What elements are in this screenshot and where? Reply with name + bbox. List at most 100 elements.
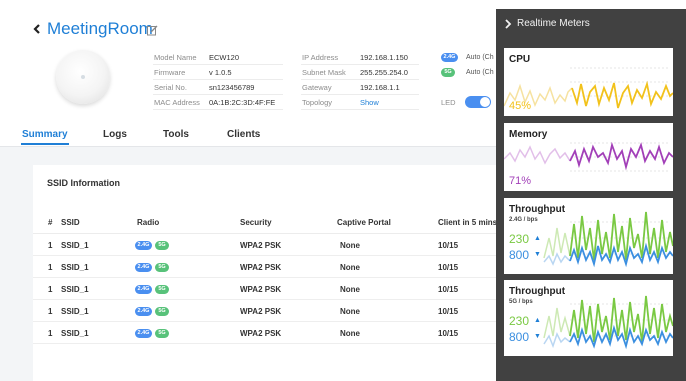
table-row[interactable]: 1 SSID_1 2.4G 5G WPA2 PSK None 10/15 — [33, 322, 503, 344]
throughput-5g-meter: Throughput 5G / bps 230 ▲ 800 ▼ — [504, 280, 673, 356]
active-tab-indicator — [21, 143, 69, 145]
throughput-5g-unit: 5G / bps — [509, 299, 533, 305]
memory-value: 71% — [509, 175, 532, 187]
throughput-24g-title: Throughput — [509, 204, 566, 215]
cpu-meter: CPU 45% — [504, 48, 673, 116]
col-header-ssid: SSID — [61, 218, 80, 227]
band-24g-badge: 2.4G — [135, 307, 152, 316]
row-ssid: SSID_1 — [61, 241, 89, 250]
row-clients: 10/15 — [438, 329, 459, 338]
row-clients: 10/15 — [438, 307, 459, 316]
row-clients: 10/15 — [438, 263, 459, 272]
throughput-5g-down-value: 800 — [509, 330, 530, 344]
arrow-down-icon: ▼ — [534, 251, 541, 258]
row-security: WPA2 PSK — [240, 307, 282, 316]
band-5g-badge: 5G — [155, 285, 169, 294]
led-label: LED — [441, 98, 456, 107]
cpu-value: 45% — [509, 100, 532, 112]
tab-logs[interactable]: Logs — [103, 129, 127, 140]
arrow-up-icon: ▲ — [534, 235, 541, 242]
band-24g-badge: 2.4G — [135, 329, 152, 338]
model-name-value: ECW120 — [209, 53, 240, 62]
ssid-card: SSID Information # SSID Radio Security C… — [33, 165, 503, 381]
mac-value: 0A:1B:2C:3D:4F:FE — [209, 98, 276, 107]
model-name-label: Model Name — [154, 53, 197, 62]
band-24g-badge: 2.4G — [135, 285, 152, 294]
throughput-24g-down-value: 800 — [509, 248, 530, 262]
device-name: MeetingRoom — [47, 19, 153, 38]
radio-5g-mode: Auto (Ch — [466, 69, 494, 76]
subnet-value: 255.255.254.0 — [360, 68, 408, 77]
row-ssid: SSID_1 — [61, 307, 89, 316]
throughput-24g-unit: 2.4G / bps — [509, 217, 538, 223]
col-header-captive-portal: Captive Portal — [337, 218, 391, 227]
tab-summary[interactable]: Summary — [22, 129, 68, 140]
firmware-value: v 1.0.5 — [209, 68, 232, 77]
topology-show-link[interactable]: Show — [360, 98, 379, 107]
row-security: WPA2 PSK — [240, 263, 282, 272]
throughput-5g-title: Throughput — [509, 286, 566, 297]
row-num: 1 — [48, 307, 53, 316]
realtime-meters-panel: Realtime Meters CPU 45% Memory 71% Throu… — [496, 9, 686, 381]
row-num: 1 — [48, 241, 53, 250]
arrow-up-icon: ▲ — [534, 317, 541, 324]
band-24g-badge: 2.4G — [135, 241, 152, 250]
tab-tools[interactable]: Tools — [163, 129, 189, 140]
topology-label: Topology — [302, 98, 333, 107]
subnet-label: Subnet Mask — [302, 68, 346, 77]
row-captive-portal: None — [340, 329, 360, 338]
row-clients: 10/15 — [438, 241, 459, 250]
gateway-label: Gateway — [302, 83, 332, 92]
ssid-card-title: SSID Information — [47, 178, 121, 188]
row-ssid: SSID_1 — [61, 329, 89, 338]
col-header-radio: Radio — [137, 218, 160, 227]
table-row[interactable]: 1 SSID_1 2.4G 5G WPA2 PSK None 10/15 — [33, 278, 503, 300]
row-num: 1 — [48, 263, 53, 272]
band-5g-badge: 5G — [155, 329, 169, 338]
chevron-left-icon[interactable] — [33, 24, 41, 34]
row-num: 1 — [48, 329, 53, 338]
row-num: 1 — [48, 285, 53, 294]
row-clients: 10/15 — [438, 285, 459, 294]
band-24g-badge: 2.4G — [135, 263, 152, 272]
edit-icon[interactable] — [147, 25, 158, 36]
device-image — [56, 50, 110, 104]
throughput-5g-up-value: 230 — [509, 314, 530, 328]
gateway-value: 192.168.1.1 — [360, 83, 400, 92]
row-security: WPA2 PSK — [240, 285, 282, 294]
band-5g-badge: 5G — [155, 263, 169, 272]
row-security: WPA2 PSK — [240, 241, 282, 250]
row-captive-portal: None — [340, 263, 360, 272]
realtime-meters-title: Realtime Meters — [517, 18, 590, 29]
firmware-label: Firmware — [154, 68, 186, 77]
table-row[interactable]: 1 SSID_1 2.4G 5G WPA2 PSK None 10/15 — [33, 234, 503, 256]
table-row[interactable]: 1 SSID_1 2.4G 5G WPA2 PSK None 10/15 — [33, 300, 503, 322]
ip-label: IP Address — [302, 53, 339, 62]
band-5g-badge: 5G — [441, 68, 455, 77]
band-24g-badge: 2.4G — [441, 53, 458, 62]
mac-label: MAC Address — [154, 98, 200, 107]
arrow-down-icon: ▼ — [534, 333, 541, 340]
memory-meter: Memory 71% — [504, 123, 673, 191]
row-ssid: SSID_1 — [61, 263, 89, 272]
led-toggle[interactable] — [465, 96, 491, 108]
throughput-24g-meter: Throughput 2.4G / bps 230 ▲ 800 ▼ — [504, 198, 673, 274]
memory-title: Memory — [509, 129, 548, 140]
tab-clients[interactable]: Clients — [227, 129, 260, 140]
col-header-security: Security — [240, 218, 272, 227]
table-row[interactable]: 1 SSID_1 2.4G 5G WPA2 PSK None 10/15 — [33, 256, 503, 278]
radio-24g-mode: Auto (Ch — [466, 54, 494, 61]
row-security: WPA2 PSK — [240, 329, 282, 338]
serial-value: sn123456789 — [209, 83, 255, 92]
row-ssid: SSID_1 — [61, 285, 89, 294]
col-header-num: # — [48, 218, 53, 227]
band-5g-badge: 5G — [155, 307, 169, 316]
cpu-title: CPU — [509, 54, 531, 65]
chevron-right-icon[interactable] — [505, 19, 512, 29]
serial-label: Serial No. — [154, 83, 187, 92]
ip-value: 192.168.1.150 — [360, 53, 408, 62]
row-captive-portal: None — [340, 307, 360, 316]
col-header-clients: Client in 5 mins — [438, 218, 498, 227]
band-5g-badge: 5G — [155, 241, 169, 250]
throughput-24g-up-value: 230 — [509, 232, 530, 246]
